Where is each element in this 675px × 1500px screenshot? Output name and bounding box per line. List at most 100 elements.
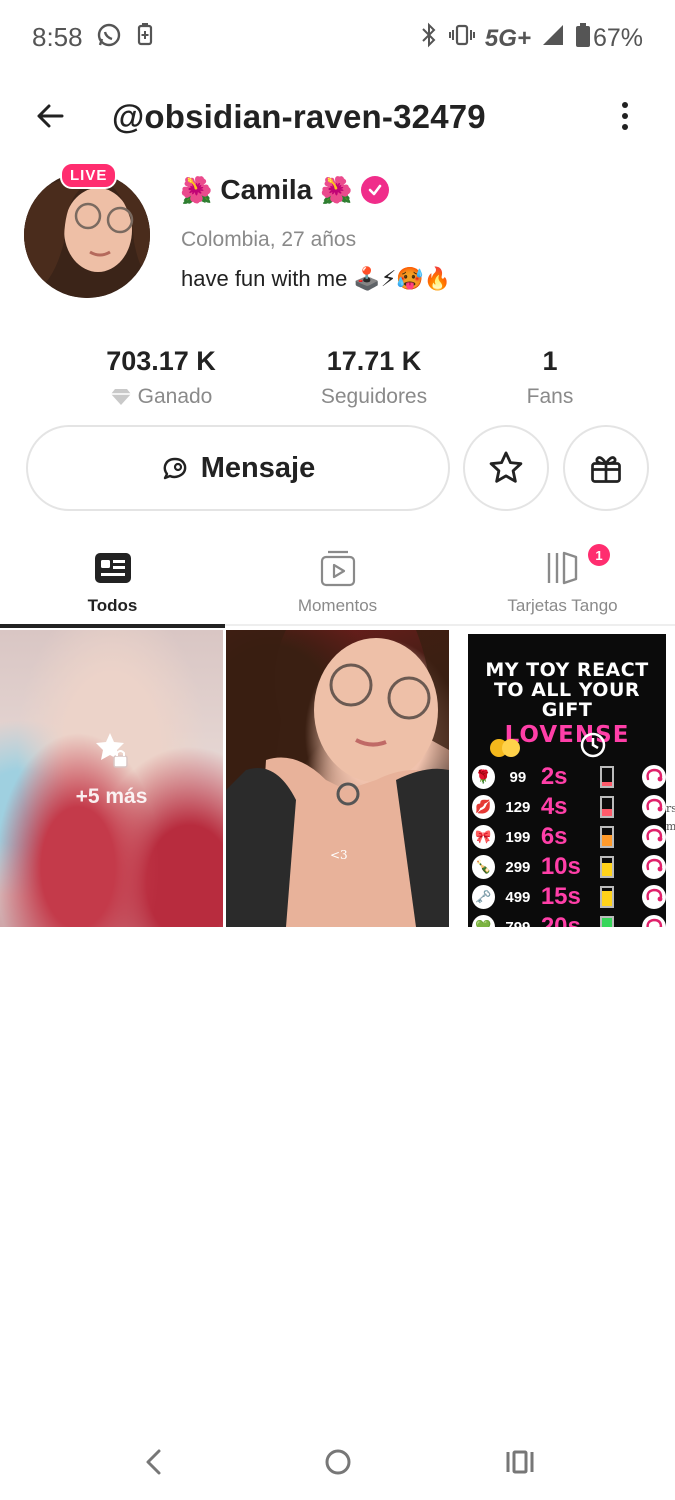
- diamond-icon: [110, 389, 131, 405]
- tab-todos[interactable]: Todos: [0, 540, 225, 628]
- message-button[interactable]: Mensaje: [26, 425, 450, 511]
- battery-saver-icon: [136, 22, 154, 53]
- promo-side-text: rs m: [666, 802, 675, 833]
- tab-label: Momentos: [297, 596, 378, 615]
- vibrate-icon: [448, 22, 475, 55]
- promo-gift-icon: 💚: [472, 915, 495, 927]
- tab-notification-badge: 1: [588, 544, 610, 566]
- content-tabs: Todos Momentos Tarjetas Tango: [0, 540, 675, 628]
- stat-label: Ganado: [137, 385, 213, 408]
- stat-value: 703.17 K: [106, 346, 216, 376]
- promo-level-bar: [600, 856, 614, 878]
- stat-value: 1: [542, 346, 558, 376]
- system-navigation-bar: [0, 1424, 675, 1500]
- toy-icon: [642, 915, 666, 927]
- tab-momentos[interactable]: Momentos: [225, 540, 450, 626]
- gift-button[interactable]: [563, 425, 649, 511]
- display-name-row: 🌺 Camila 🌺: [180, 174, 389, 206]
- promo-row: 🗝️ 499 15s: [472, 882, 666, 912]
- verified-badge-icon: [360, 176, 389, 204]
- promo-seconds: 6s: [540, 823, 568, 850]
- display-name: Camila: [220, 174, 313, 205]
- promo-row: 🍾 299 10s: [472, 852, 666, 882]
- avatar-container[interactable]: LIVE: [24, 162, 150, 298]
- promo-header-icons: [490, 732, 606, 763]
- promo-level-bar: [600, 796, 614, 818]
- more-vertical-icon: [622, 102, 628, 108]
- photo-tile[interactable]: <3: [226, 630, 449, 927]
- cards-icon: [547, 551, 577, 585]
- stat-label: Fans: [526, 385, 574, 408]
- star-icon: [489, 451, 523, 483]
- promo-coins: 799: [505, 918, 531, 928]
- locked-content-tile[interactable]: +5 más: [0, 630, 223, 927]
- nav-recents-button[interactable]: [490, 1434, 550, 1490]
- profile-username: @obsidian-raven-32479: [112, 98, 486, 135]
- promo-seconds: 20s: [540, 913, 581, 927]
- tab-tarjetas-tango[interactable]: Tarjetas Tango: [450, 540, 675, 626]
- promo-seconds: 4s: [540, 793, 568, 820]
- active-tab-indicator: [0, 624, 225, 628]
- avatar[interactable]: [24, 172, 150, 298]
- promo-gift-icon: 🌹: [472, 765, 495, 789]
- arrow-left-icon: [37, 104, 64, 128]
- tab-label: Tarjetas Tango: [507, 596, 618, 615]
- nav-home-button[interactable]: [308, 1434, 368, 1490]
- promo-level-bar: [600, 886, 614, 908]
- promo-row: 🎀 199 6s: [472, 822, 666, 852]
- stat-fans[interactable]: 1 Fans: [450, 346, 650, 409]
- profile-header: @obsidian-raven-32479: [0, 84, 675, 148]
- more-options-button[interactable]: [611, 96, 639, 136]
- promo-rows: 🌹 99 2s 💋 129 4s 🎀 199 6s 🍾 299 10s 🗝️ 499 15s 💚 799 20s: [472, 762, 666, 927]
- promo-coins: 129: [505, 798, 531, 816]
- promo-seconds: 15s: [540, 883, 581, 910]
- promo-coins: 499: [505, 888, 531, 906]
- promo-coins: 199: [505, 828, 531, 846]
- status-time: 8:58: [32, 22, 83, 52]
- promo-gift-icon: 🍾: [472, 855, 495, 879]
- promo-row: 💚 799 20s: [472, 912, 666, 927]
- live-badge[interactable]: LIVE: [60, 162, 118, 189]
- back-button[interactable]: [30, 96, 70, 136]
- promo-title-line2: TO ALL YOUR GIFT: [493, 679, 641, 721]
- gift-icon: [591, 456, 621, 483]
- toy-icon: [642, 765, 666, 789]
- promo-gift-icon: 🎀: [472, 825, 495, 849]
- profile-stats: 703.17 K Ganado 17.71 K Seguidores 1 Fan…: [0, 346, 675, 416]
- locked-star-icon: [95, 733, 128, 768]
- toy-icon: [642, 795, 666, 819]
- feed-icon: [94, 553, 131, 583]
- bluetooth-icon: [419, 22, 439, 55]
- hibiscus-emoji: 🌺: [180, 174, 213, 205]
- promo-row: 🌹 99 2s: [472, 762, 666, 792]
- promo-tile[interactable]: MY TOY REACT TO ALL YOUR GIFT LOVENSE 🌹 9…: [452, 630, 675, 927]
- photo-caption: <3: [330, 848, 348, 862]
- promo-gift-icon: 💋: [472, 795, 495, 819]
- network-type: 5G+: [484, 24, 531, 52]
- toy-icon: [642, 885, 666, 909]
- signal-icon: [541, 23, 565, 54]
- stat-earned[interactable]: 703.17 K Ganado: [61, 346, 261, 409]
- promo-level-bar: [600, 916, 614, 927]
- promo-level-bar: [600, 826, 614, 848]
- hibiscus-emoji: 🌺: [320, 174, 353, 205]
- stat-label: Seguidores: [320, 385, 428, 408]
- nav-back-button[interactable]: [124, 1434, 184, 1490]
- nav-recents-icon: [506, 1450, 534, 1474]
- promo-coins: 299: [505, 858, 531, 876]
- status-bar: 8:58 5G+ 67%: [0, 0, 675, 76]
- lovense-promo-image: MY TOY REACT TO ALL YOUR GIFT LOVENSE 🌹 9…: [468, 630, 666, 927]
- video-icon: [320, 550, 355, 587]
- tab-label: Todos: [87, 596, 138, 615]
- promo-level-bar: [600, 766, 614, 788]
- toy-icon: [642, 825, 666, 849]
- locked-count-label: +5 más: [75, 785, 148, 808]
- stat-followers[interactable]: 17.71 K Seguidores: [274, 346, 474, 409]
- nav-back-icon: [146, 1449, 161, 1475]
- chat-bubble-icon: [163, 457, 187, 480]
- favorite-button[interactable]: [463, 425, 549, 511]
- battery-percent: 67%: [592, 24, 643, 52]
- profile-bio: have fun with me 🕹️⚡🥵🔥: [181, 266, 452, 291]
- whatsapp-icon: [96, 22, 122, 53]
- promo-row: 💋 129 4s: [472, 792, 666, 822]
